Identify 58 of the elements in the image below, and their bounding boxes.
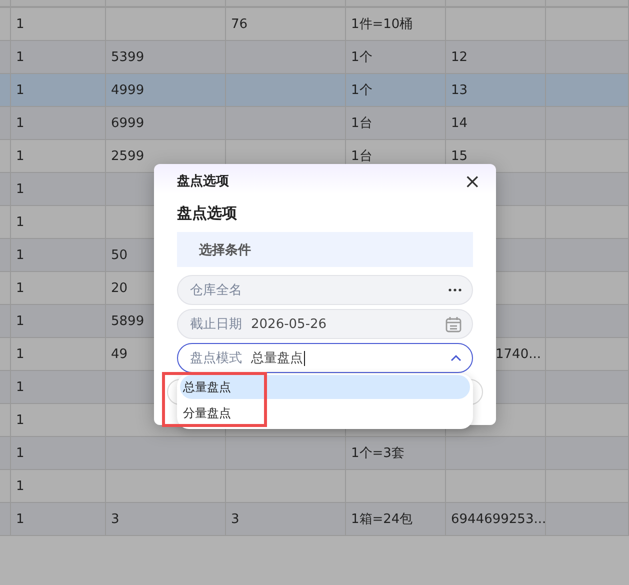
table-cell: 1 — [16, 16, 24, 32]
table-row[interactable]: 1 — [0, 470, 629, 503]
table-cell: 3 — [111, 512, 120, 526]
table-cell: 6944699253... — [451, 512, 545, 526]
section-title: 选择条件 — [199, 242, 251, 258]
table-cell-text: 1箱=24包 — [351, 511, 413, 528]
table-cell: 1 — [16, 314, 24, 328]
table-cell: 6999 — [111, 116, 144, 130]
table-cell: 1 — [16, 214, 24, 230]
table-cell: 1 — [16, 512, 24, 526]
table-cell: 13 — [451, 82, 468, 98]
table-cell: 1 — [16, 478, 24, 494]
dropdown-option[interactable]: 总量盘点 — [180, 375, 470, 399]
table-cell: 1 — [16, 248, 24, 262]
calendar-icon[interactable] — [445, 316, 462, 332]
table-cell: 49 — [111, 346, 128, 362]
table-cell: 76 — [231, 16, 248, 32]
table-cell: 14 — [451, 116, 468, 130]
table-cell: 1 — [16, 380, 24, 394]
table-cell: 1 — [16, 182, 24, 196]
dropdown-option[interactable]: 分量盘点 — [180, 401, 470, 425]
table-cell: 1 — [16, 82, 24, 98]
table-cell: 2599 — [111, 148, 144, 164]
table-cell-text: 1台 — [351, 148, 372, 165]
table-cell: 1 — [16, 346, 24, 362]
close-button[interactable]: × — [464, 171, 480, 191]
table-cell: 5399 — [111, 50, 144, 64]
table-row[interactable]: 1 76 1件=10桶 — [0, 8, 629, 41]
table-cell: 1 — [16, 50, 24, 64]
date-field[interactable]: 截止日期 2026-05-26 — [177, 309, 473, 339]
table-row[interactable]: 1 1个=3套 — [0, 437, 629, 470]
table-row[interactable]: 1 5399 1个 12 — [0, 41, 629, 74]
table-row[interactable]: 1 3 3 1箱=24包 6944699253... — [0, 503, 629, 536]
table-cell: 1 — [16, 446, 24, 460]
table-cell: 1 — [16, 280, 24, 296]
table-row[interactable]: 1 6999 1台 14 — [0, 107, 629, 140]
table-cell: 5899 — [111, 314, 144, 328]
table-cell-text: 1个 — [351, 49, 372, 66]
table-cell: 50 — [111, 248, 128, 262]
table-cell: 1 — [16, 148, 24, 164]
table-cell: 20 — [111, 280, 128, 296]
table-cell: 1 — [16, 116, 24, 130]
table-cell: 3 — [231, 512, 240, 526]
table-cell: 4999 — [111, 82, 144, 98]
section-heading: 盘点选项 — [177, 204, 238, 223]
table-row[interactable]: 1 4999 1个 13 — [0, 74, 629, 107]
more-icon[interactable] — [448, 288, 462, 292]
chevron-up-icon[interactable] — [450, 354, 462, 362]
select-field[interactable]: 盘点模式 总量盘点 — [177, 343, 473, 373]
table-cell: 1 — [16, 412, 24, 428]
table-cell-text: 1件=10桶 — [351, 16, 413, 33]
table-cell: 15 — [451, 148, 468, 164]
table-cell: 1740... — [496, 346, 541, 362]
table-cell-text: 1个=3套 — [351, 445, 404, 462]
table-cell: 12 — [451, 50, 468, 64]
dialog-title: 盘点选项 — [177, 173, 229, 190]
table-cell-text: 1个 — [351, 82, 372, 99]
table-cell-text: 1台 — [351, 115, 372, 132]
